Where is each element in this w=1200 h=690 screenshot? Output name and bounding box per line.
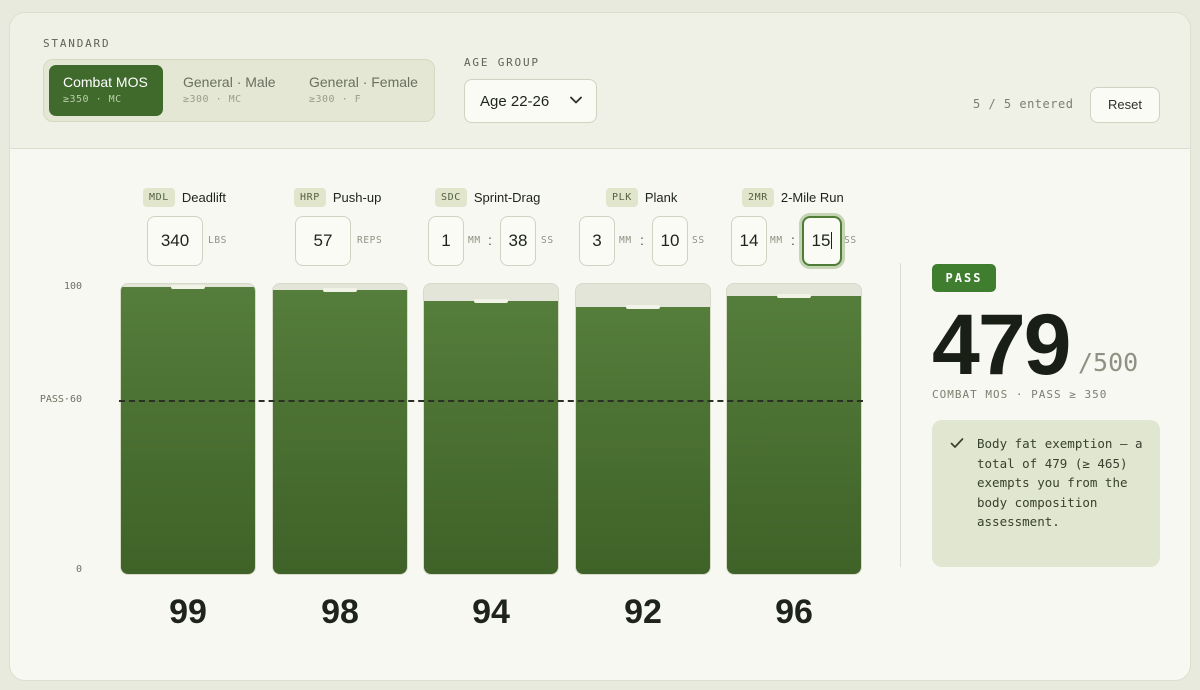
standard-option-general-female[interactable]: General · Female ≥300 · F: [295, 65, 431, 116]
event-name: Deadlift: [181, 189, 226, 205]
event-code: MDL: [143, 187, 175, 207]
unit-label: SS: [844, 235, 857, 246]
option-title: General · Male: [183, 74, 276, 90]
time-separator: :: [791, 232, 795, 248]
unit-label: REPS: [357, 235, 383, 246]
option-title: General · Female: [309, 74, 418, 90]
run-seconds-input[interactable]: 15: [802, 216, 842, 266]
entered-count: 5 / 5 entered: [973, 97, 1074, 111]
bar: [273, 290, 407, 574]
standard-summary: COMBAT MOS · PASS ≥ 350: [932, 388, 1108, 401]
unit-label: SS: [541, 235, 554, 246]
event-code: HRP: [294, 187, 326, 207]
check-icon: [950, 438, 964, 448]
standard-option-general-male[interactable]: General · Male ≥300 · MC: [169, 65, 289, 116]
standard-selector: Combat MOS ≥350 · MC General · Male ≥300…: [43, 59, 435, 122]
chevron-down-icon: [570, 96, 582, 104]
y-tick-label-min: 0: [75, 564, 82, 575]
bar-value-label: 96: [775, 593, 813, 631]
event-header-push-up: HRP Push-up: [294, 186, 381, 208]
bar: [576, 307, 710, 574]
event-name: Sprint-Drag: [473, 189, 541, 205]
event-code: SDC: [435, 187, 467, 207]
event-header-2-mile-run: 2MR 2-Mile Run: [742, 186, 844, 208]
event-name: 2-Mile Run: [780, 189, 844, 205]
age-group-select[interactable]: Age 22-26: [464, 79, 597, 123]
bar: [727, 296, 861, 574]
total-score: 479: [932, 297, 1071, 393]
panel-divider: [900, 263, 901, 567]
event-code: 2MR: [742, 187, 774, 207]
deadlift-weight-input[interactable]: 340: [147, 216, 203, 266]
event-code: PLK: [606, 187, 638, 207]
bar-cap: [777, 294, 811, 298]
unit-label: MM: [468, 235, 481, 246]
exemption-note: Body fat exemption — a total of 479 (≥ 4…: [932, 420, 1160, 567]
bar-value-label: 92: [624, 593, 662, 631]
bar-cap: [626, 305, 660, 309]
standard-option-combat-mos[interactable]: Combat MOS ≥350 · MC: [49, 65, 163, 116]
option-title: Combat MOS: [63, 74, 148, 90]
option-subtitle: ≥300 · F: [309, 94, 362, 105]
reset-button[interactable]: Reset: [1090, 87, 1160, 123]
event-header-sprint-drag: SDC Sprint-Drag: [435, 186, 540, 208]
event-name: Plank: [644, 189, 678, 205]
text-caret: [831, 232, 833, 249]
event-header-deadlift: MDL Deadlift: [143, 186, 226, 208]
run-seconds-value: 15: [811, 231, 831, 250]
event-header-plank: PLK Plank: [606, 186, 677, 208]
pass-threshold-label: PASS·60: [39, 394, 82, 405]
y-tick-label-max: 100: [63, 281, 82, 292]
age-group-label: AGE GROUP: [464, 56, 540, 69]
bar-track: [726, 283, 862, 575]
bar-track: [575, 283, 711, 575]
unit-label: LBS: [208, 235, 227, 246]
bar-value-label: 98: [321, 593, 359, 631]
bar-cap: [323, 288, 357, 292]
unit-label: MM: [770, 235, 783, 246]
option-subtitle: ≥300 · MC: [183, 94, 242, 105]
bar: [424, 301, 558, 574]
bar-cap: [474, 299, 508, 303]
plank-seconds-input[interactable]: 10: [652, 216, 688, 266]
unit-label: SS: [692, 235, 705, 246]
age-group-value: Age 22-26: [480, 93, 550, 110]
pass-badge: PASS: [932, 264, 996, 292]
event-name: Push-up: [332, 189, 382, 205]
plank-minutes-input[interactable]: 3: [579, 216, 615, 266]
total-max: /500: [1078, 348, 1139, 377]
pass-threshold-line: [119, 400, 863, 402]
time-separator: :: [640, 232, 644, 248]
bar-track: [120, 283, 256, 575]
bar-track: [423, 283, 559, 575]
push-up-reps-input[interactable]: 57: [295, 216, 351, 266]
sprint-drag-minutes-input[interactable]: 1: [428, 216, 464, 266]
time-separator: :: [488, 232, 492, 248]
exemption-note-text: Body fat exemption — a total of 479 (≥ 4…: [977, 436, 1143, 529]
scoring-card: STANDARD Combat MOS ≥350 · MC General · …: [9, 12, 1191, 681]
bar-track: [272, 283, 408, 575]
sprint-drag-seconds-input[interactable]: 38: [500, 216, 536, 266]
bar: [121, 287, 255, 574]
standard-label: STANDARD: [43, 37, 111, 50]
bar-value-label: 94: [472, 593, 510, 631]
bar-value-label: 99: [169, 593, 207, 631]
settings-header: STANDARD Combat MOS ≥350 · MC General · …: [10, 13, 1190, 149]
option-subtitle: ≥350 · MC: [63, 94, 122, 105]
unit-label: MM: [619, 235, 632, 246]
run-minutes-input[interactable]: 14: [731, 216, 767, 266]
bar-cap: [171, 285, 205, 289]
